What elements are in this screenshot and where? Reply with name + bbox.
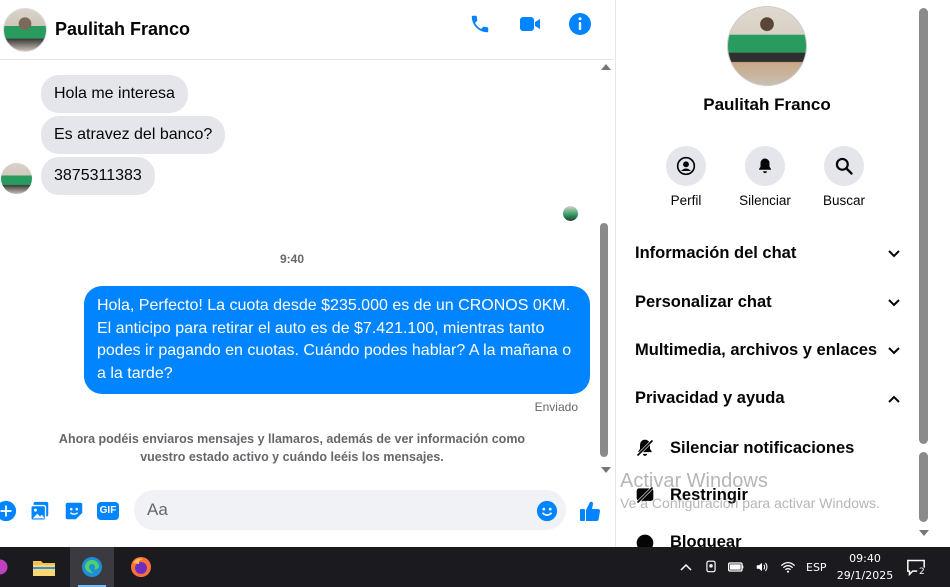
profile-label: Perfil — [670, 193, 702, 208]
clock-time: 09:40 — [849, 552, 881, 565]
photo-icon[interactable] — [28, 499, 52, 523]
bell-off-icon — [636, 439, 654, 457]
section-customize-chat[interactable]: Personalizar chat — [635, 293, 901, 312]
chat-header: Paulitah Franco — [0, 0, 614, 60]
section-label: Multimedia, archivos y enlaces — [635, 341, 878, 359]
mute-button[interactable]: Silenciar — [730, 146, 800, 208]
section-privacy-help[interactable]: Privacidad y ayuda — [635, 389, 901, 408]
edge-browser-icon[interactable] — [70, 547, 114, 587]
block-item[interactable]: Bloquear — [635, 533, 742, 547]
section-label: Personalizar chat — [635, 293, 772, 311]
message-list[interactable]: Hola me interesa Es atravez del banco? 3… — [0, 61, 598, 479]
scrollbar-thumb-lower[interactable] — [919, 452, 928, 522]
mute-label: Silenciar — [739, 193, 791, 208]
search-label: Buscar — [822, 193, 866, 208]
taskbar-clock[interactable]: 09:40 29/1/2025 — [836, 550, 894, 584]
profile-button[interactable]: Perfil — [651, 146, 721, 208]
emoji-icon[interactable] — [535, 499, 559, 523]
firefox-icon[interactable] — [119, 547, 163, 587]
block-label: Bloquear — [670, 533, 742, 547]
info-scrollbar[interactable] — [918, 0, 934, 547]
message-timestamp: 9:40 — [279, 252, 305, 266]
chat-pane: Paulitah Franco Hola me interesa Es atra… — [0, 0, 614, 547]
section-label: Información del chat — [635, 244, 797, 262]
camera-icon[interactable] — [704, 560, 718, 574]
scrollbar-thumb[interactable] — [919, 8, 928, 444]
scrollbar-thumb[interactable] — [600, 223, 608, 457]
section-media-files-links[interactable]: Multimedia, archivos y enlaces — [635, 341, 901, 360]
mute-notifications-item[interactable]: Silenciar notificaciones — [635, 437, 854, 459]
chevron-up-icon[interactable] — [680, 562, 692, 572]
restrict-label: Restringir — [670, 485, 748, 504]
chat-info-panel: Paulitah Franco Perfil Silenciar Buscar — [615, 0, 950, 547]
clock-date: 29/1/2025 — [836, 569, 894, 582]
chevron-down-icon — [888, 249, 900, 257]
taskbar-app-partial[interactable] — [0, 547, 22, 587]
incoming-message[interactable]: 3875311383 — [41, 157, 155, 195]
mute-notifications-label: Silenciar notificaciones — [670, 438, 855, 457]
battery-icon[interactable] — [728, 561, 744, 573]
section-label: Privacidad y ayuda — [635, 389, 785, 407]
chevron-down-icon — [888, 346, 900, 354]
section-chat-info[interactable]: Información del chat — [635, 244, 901, 263]
language-indicator[interactable]: ESP — [806, 561, 827, 574]
video-call-icon[interactable] — [518, 12, 542, 36]
search-button[interactable]: Buscar — [809, 146, 879, 208]
search-icon — [824, 146, 864, 186]
windows-taskbar: ESP 09:40 29/1/2025 2 — [0, 547, 950, 587]
info-icon[interactable] — [568, 12, 592, 36]
scroll-down-arrow[interactable] — [919, 530, 929, 536]
system-tray: ESP — [680, 547, 827, 587]
plus-icon[interactable] — [0, 499, 18, 523]
restrict-icon — [636, 486, 654, 504]
wifi-icon[interactable] — [780, 560, 796, 574]
volume-icon[interactable] — [754, 560, 770, 574]
phone-call-icon[interactable] — [468, 12, 492, 36]
restrict-item[interactable]: Restringir — [635, 485, 748, 505]
thumbs-up-icon[interactable] — [578, 499, 602, 523]
outgoing-message[interactable]: Hola, Perfecto! La cuota desde $235.000 … — [84, 286, 590, 394]
seen-indicator-avatar — [563, 206, 578, 221]
bell-icon — [745, 146, 785, 186]
message-status: Enviado — [534, 400, 578, 414]
gif-label: GIF — [96, 502, 120, 520]
block-icon — [636, 534, 654, 547]
scroll-up-arrow[interactable] — [601, 64, 611, 70]
incoming-message[interactable]: Hola me interesa — [41, 75, 188, 113]
sticker-icon[interactable] — [62, 499, 86, 523]
chevron-up-icon — [888, 395, 900, 403]
profile-icon — [666, 146, 706, 186]
notification-center-button[interactable]: 2 — [906, 547, 927, 587]
chat-scrollbar[interactable] — [598, 61, 614, 479]
gif-icon[interactable]: GIF — [96, 499, 120, 523]
composer: GIF — [0, 486, 614, 536]
file-explorer-icon[interactable] — [22, 547, 66, 587]
profile-avatar[interactable] — [727, 6, 807, 86]
system-notice: Ahora podéis enviaros mensajes y llamaro… — [58, 432, 526, 464]
chevron-down-icon — [888, 298, 900, 306]
sender-avatar[interactable] — [1, 163, 32, 194]
contact-avatar[interactable] — [3, 7, 47, 52]
message-input[interactable] — [134, 490, 566, 530]
contact-name[interactable]: Paulitah Franco — [55, 19, 190, 40]
profile-name: Paulitah Franco — [703, 95, 831, 114]
messenger-window: Paulitah Franco Hola me interesa Es atra… — [0, 0, 950, 547]
incoming-message[interactable]: Es atravez del banco? — [41, 116, 226, 154]
notification-count: 2 — [917, 567, 927, 577]
scroll-down-arrow[interactable] — [601, 467, 611, 473]
